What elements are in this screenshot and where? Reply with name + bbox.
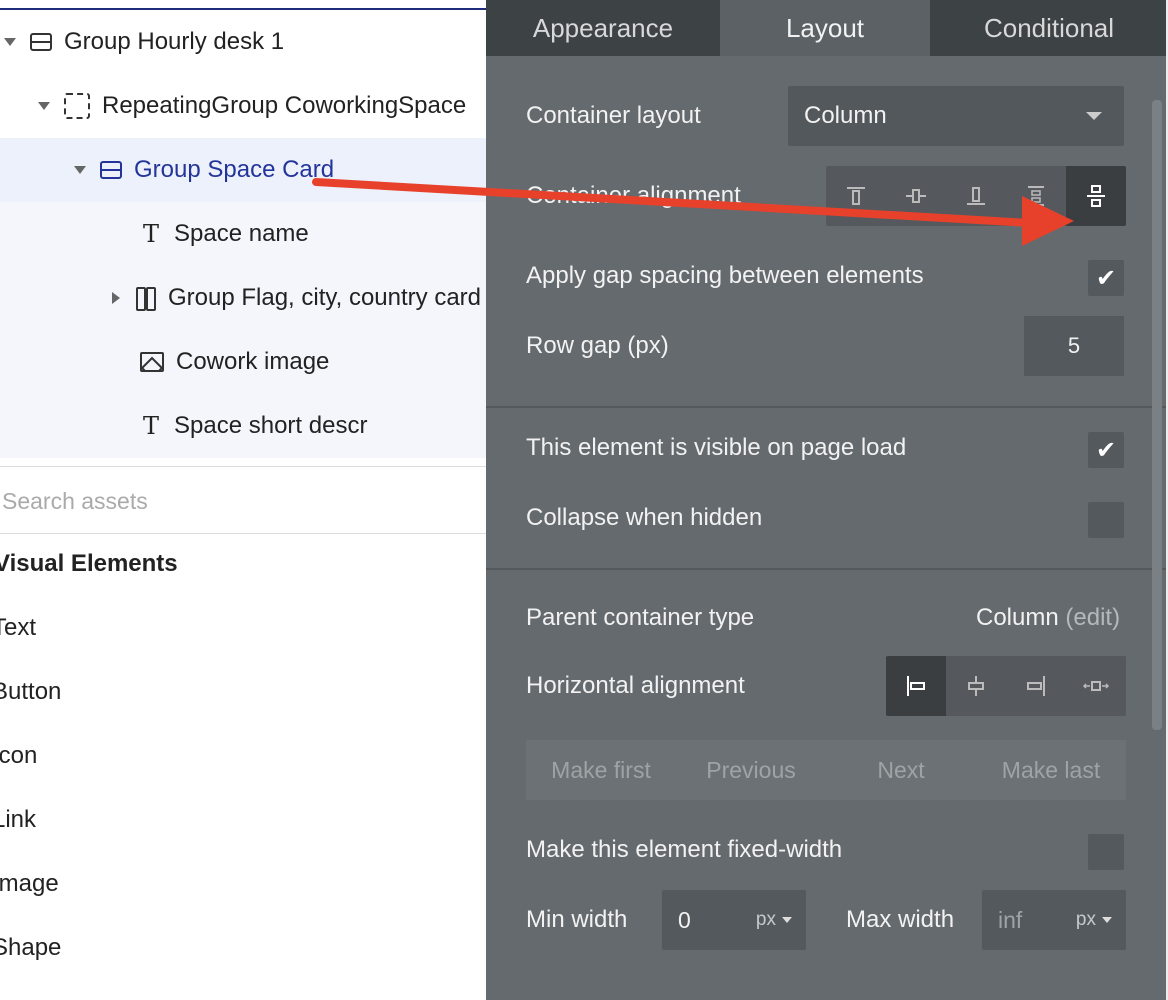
tab-appearance[interactable]: Appearance xyxy=(486,0,720,56)
search-assets-input[interactable] xyxy=(0,470,488,532)
parent-container-type-value: Column (edit) xyxy=(976,604,1120,632)
next-button[interactable]: Next xyxy=(826,757,976,784)
min-width-input[interactable]: 0 px xyxy=(662,890,806,950)
caret-down-icon[interactable] xyxy=(38,102,50,110)
max-width-label: Max width xyxy=(846,906,955,933)
parent-type-value: Column xyxy=(976,604,1059,631)
collapse-when-hidden-checkbox[interactable] xyxy=(1088,502,1124,538)
property-editor-panel: Appearance Layout Conditional Container … xyxy=(486,0,1168,1000)
divider xyxy=(0,533,486,534)
element-tree-pane: Group Hourly desk 1 RepeatingGroup Cowor… xyxy=(0,0,626,1000)
horizontal-alignment-control xyxy=(886,656,1126,716)
min-width-label: Min width xyxy=(526,906,628,933)
gap-spacing-label: Apply gap spacing between elements xyxy=(526,262,924,289)
gap-spacing-checkbox[interactable]: ✔ xyxy=(1088,260,1124,296)
tab-layout[interactable]: Layout xyxy=(720,0,930,56)
panel-tabs: Appearance Layout Conditional xyxy=(486,0,1168,56)
previous-button[interactable]: Previous xyxy=(676,757,826,784)
asset-icon[interactable]: Icon xyxy=(0,742,37,770)
horizontal-alignment-label: Horizontal alignment xyxy=(526,672,745,699)
tree-item-group-hourly-desk[interactable]: Group Hourly desk 1 xyxy=(0,10,490,74)
align-top-icon xyxy=(847,187,865,205)
fixed-width-label: Make this element fixed-width xyxy=(526,836,843,863)
asset-link[interactable]: Link xyxy=(0,806,36,834)
text-icon: T xyxy=(142,220,159,248)
panel-scrollbar[interactable] xyxy=(1152,100,1162,730)
tree-item-group-space-card[interactable]: Group Space Card xyxy=(0,138,560,202)
caret-down-icon[interactable] xyxy=(74,166,86,174)
chevron-down-icon xyxy=(1086,112,1102,120)
tree-item-repeating-group[interactable]: RepeatingGroup CoworkingSpace xyxy=(0,74,524,138)
group-icon xyxy=(30,33,52,51)
check-icon: ✔ xyxy=(1095,264,1117,292)
element-order-bar: Make first Previous Next Make last xyxy=(526,740,1126,800)
text-icon: T xyxy=(142,412,159,440)
asset-image[interactable]: Image xyxy=(0,870,59,898)
parent-container-type-label: Parent container type xyxy=(526,604,755,631)
align-center-icon xyxy=(906,189,926,203)
h-align-stretch-button[interactable] xyxy=(1066,656,1126,716)
repeating-group-icon xyxy=(64,93,90,119)
max-width-placeholder: inf xyxy=(998,906,1023,933)
h-align-right-button[interactable] xyxy=(1006,656,1066,716)
visible-on-load-label: This element is visible on page load xyxy=(526,434,907,461)
stretch-horizontal-icon xyxy=(1083,681,1109,691)
align-right-icon xyxy=(1027,676,1045,696)
align-h-center-icon xyxy=(968,676,984,696)
collapse-when-hidden-label: Collapse when hidden xyxy=(526,504,763,531)
container-alignment-control xyxy=(826,166,1126,226)
container-layout-value: Column xyxy=(804,102,887,129)
fixed-width-checkbox[interactable] xyxy=(1088,834,1124,870)
make-first-button[interactable]: Make first xyxy=(526,757,676,784)
align-bottom-button[interactable] xyxy=(946,166,1006,226)
tab-conditional[interactable]: Conditional xyxy=(930,0,1168,56)
asset-button[interactable]: Button xyxy=(0,678,61,706)
max-width-unit-select[interactable]: px xyxy=(1076,909,1096,931)
row-gap-input[interactable]: 5 xyxy=(1024,316,1124,376)
asset-shape[interactable]: Shape xyxy=(0,934,61,962)
min-width-value: 0 xyxy=(678,906,691,933)
align-center-button[interactable] xyxy=(886,166,946,226)
parent-type-edit-link[interactable]: (edit) xyxy=(1065,604,1120,631)
align-left-icon xyxy=(907,676,925,696)
align-bottom-icon xyxy=(967,187,985,205)
section-divider xyxy=(486,406,1168,408)
max-width-input[interactable]: inf px xyxy=(982,890,1126,950)
visible-on-load-checkbox[interactable]: ✔ xyxy=(1088,432,1124,468)
align-space-around-button[interactable] xyxy=(1066,166,1126,226)
make-last-button[interactable]: Make last xyxy=(976,757,1126,784)
chevron-down-icon xyxy=(782,917,792,923)
image-icon xyxy=(140,352,164,372)
h-align-left-button[interactable] xyxy=(886,656,946,716)
divider xyxy=(0,466,486,467)
min-width-unit-select[interactable]: px xyxy=(756,909,776,931)
align-top-button[interactable] xyxy=(826,166,886,226)
space-between-icon xyxy=(1028,186,1044,206)
space-around-icon xyxy=(1087,185,1105,207)
section-divider xyxy=(486,568,1168,570)
group-icon xyxy=(100,161,122,179)
chevron-down-icon xyxy=(1102,917,1112,923)
check-icon: ✔ xyxy=(1095,436,1117,464)
visual-elements-heading: Visual Elements xyxy=(0,550,178,577)
caret-right-icon[interactable] xyxy=(112,292,120,304)
container-alignment-label: Container alignment xyxy=(526,182,741,209)
row-gap-label: Row gap (px) xyxy=(526,332,669,359)
align-space-between-button[interactable] xyxy=(1006,166,1066,226)
row-group-icon xyxy=(136,287,156,311)
container-layout-label: Container layout xyxy=(526,102,701,129)
h-align-center-button[interactable] xyxy=(946,656,1006,716)
asset-text[interactable]: Text xyxy=(0,614,36,642)
caret-down-icon[interactable] xyxy=(4,38,16,46)
container-layout-dropdown[interactable]: Column xyxy=(788,86,1124,146)
